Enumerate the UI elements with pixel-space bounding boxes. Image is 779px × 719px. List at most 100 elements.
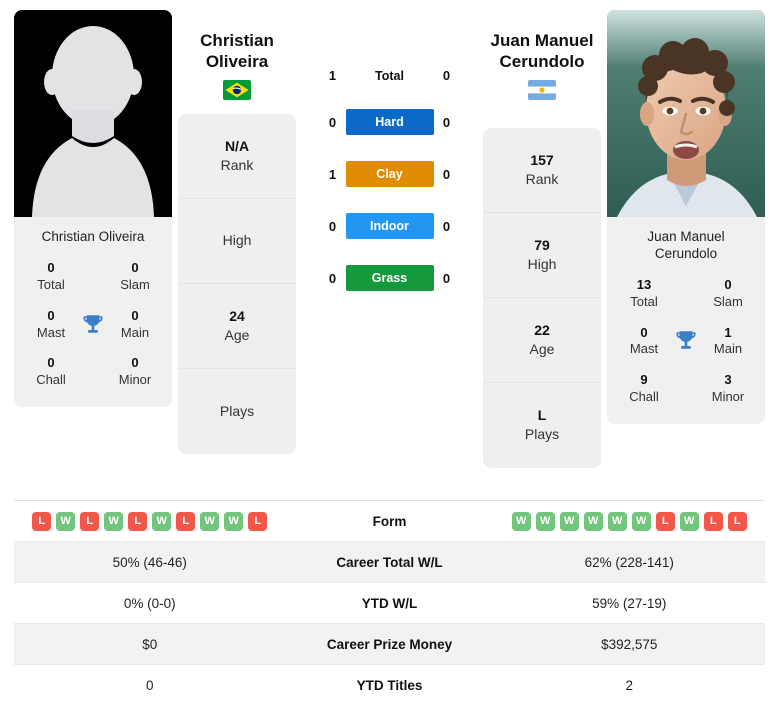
left-title-slam-value: 0 bbox=[131, 259, 139, 275]
left-form-badge: L bbox=[32, 511, 52, 531]
table-row-ytd-titles: 0 YTD Titles 2 bbox=[14, 665, 765, 706]
flag-brazil-icon bbox=[223, 79, 251, 100]
right-player-name-line1: Juan Manuel bbox=[490, 31, 594, 50]
left-form-badge: L bbox=[248, 511, 268, 531]
left-player-name[interactable]: Christian Oliveira bbox=[200, 10, 274, 73]
right-ytd-wl: 59% (27-19) bbox=[592, 595, 667, 611]
right-player-photo bbox=[607, 10, 765, 217]
row-label-career-prize-money: Career Prize Money bbox=[326, 636, 453, 652]
right-form-badge: L bbox=[703, 511, 723, 531]
left-stat-high-label: High bbox=[222, 232, 252, 249]
left-stat-high: High bbox=[178, 199, 296, 284]
h2h-total-left-score: 1 bbox=[328, 68, 337, 83]
row-label-form: Form bbox=[372, 513, 407, 529]
row-label-ytd-wl: YTD W/L bbox=[361, 595, 418, 611]
left-form-badge: W bbox=[56, 511, 76, 531]
right-trophy-icon-cell bbox=[669, 328, 703, 354]
right-player-card[interactable]: Juan Manuel Cerundolo 13 Total 0 Slam 0 … bbox=[607, 10, 765, 425]
h2h-row-total: 1 Total 0 bbox=[302, 68, 477, 83]
left-form-badge: W bbox=[104, 511, 124, 531]
left-title-total: 0 Total bbox=[26, 260, 76, 294]
left-photo-caption: Christian Oliveira bbox=[41, 229, 145, 244]
h2h-indoor-label[interactable]: Indoor bbox=[345, 213, 434, 239]
h2h-row-clay: 1 Clay 0 bbox=[302, 161, 477, 187]
left-title-chall: 0 Chall bbox=[26, 355, 76, 389]
right-stat-age: 22 Age bbox=[483, 298, 601, 383]
right-title-mast: 0 Mast bbox=[619, 325, 669, 359]
left-form-strip: LWLWLWLWWL bbox=[14, 511, 286, 531]
h2h-row-grass: 0 Grass 0 bbox=[302, 265, 477, 291]
left-player-name-line1: Christian bbox=[200, 31, 274, 50]
h2h-clay-label[interactable]: Clay bbox=[345, 161, 434, 187]
comparison-header-area: Christian Oliveira 0 Total 0 Slam 0 Mast bbox=[0, 0, 779, 492]
right-player-stat-stack: 157 Rank 79 High 22 Age L Plays bbox=[483, 127, 601, 468]
right-photo-caption: Juan Manuel Cerundolo bbox=[607, 217, 765, 265]
left-title-minor: 0 Minor bbox=[110, 355, 160, 389]
player-comparison-page: Christian Oliveira 0 Total 0 Slam 0 Mast bbox=[0, 0, 779, 719]
left-title-mast-value: 0 bbox=[47, 307, 55, 323]
right-form-badge: W bbox=[631, 511, 651, 531]
left-title-main: 0 Main bbox=[110, 308, 160, 342]
left-title-slam-label: Slam bbox=[120, 276, 150, 292]
h2h-clay-left-score: 1 bbox=[328, 166, 337, 182]
table-row-form: LWLWLWLWWL Form WWWWWWLWLL bbox=[14, 501, 765, 542]
right-career-prize-money: $392,575 bbox=[601, 636, 658, 652]
left-form-badge: W bbox=[224, 511, 244, 531]
right-title-chall-value: 9 bbox=[640, 372, 648, 388]
left-titles-grid: 0 Total 0 Slam 0 Mast 0 Main 0 Chall 0 M… bbox=[14, 248, 172, 407]
right-stat-rank-label: Rank bbox=[525, 170, 559, 187]
flag-argentina-icon bbox=[528, 79, 556, 100]
right-title-total-label: Total bbox=[630, 293, 658, 309]
left-title-main-value: 0 bbox=[131, 307, 139, 323]
right-form-badge: W bbox=[511, 511, 531, 531]
right-form-cell: WWWWWWLWLL bbox=[494, 511, 766, 531]
trophy-icon bbox=[676, 331, 696, 350]
right-player-name[interactable]: Juan Manuel Cerundolo bbox=[491, 10, 594, 73]
row-label-career-total-wl: Career Total W/L bbox=[336, 554, 443, 570]
right-titles-grid: 13 Total 0 Slam 0 Mast 1 Main 9 Chall 3 … bbox=[607, 265, 765, 424]
h2h-hard-right-score: 0 bbox=[442, 114, 451, 130]
right-title-slam-value: 0 bbox=[724, 276, 732, 292]
left-form-cell: LWLWLWLWWL bbox=[14, 511, 286, 531]
right-stat-rank: 157 Rank bbox=[483, 128, 601, 213]
right-form-strip: WWWWWWLWLL bbox=[494, 511, 766, 531]
trophy-icon bbox=[83, 314, 103, 333]
left-stat-plays-label: Plays bbox=[219, 402, 255, 419]
left-form-badge: W bbox=[152, 511, 172, 531]
table-row-career-total-wl: 50% (46-46) Career Total W/L 62% (228-14… bbox=[14, 542, 765, 583]
right-title-main-value: 1 bbox=[724, 324, 732, 340]
right-title-main: 1 Main bbox=[703, 325, 753, 359]
left-title-chall-value: 0 bbox=[47, 355, 55, 371]
h2h-row-hard: 0 Hard 0 bbox=[302, 109, 477, 135]
left-title-total-value: 0 bbox=[47, 259, 55, 275]
right-ytd-titles: 2 bbox=[625, 678, 633, 693]
left-career-prize-money: $0 bbox=[142, 636, 158, 652]
h2h-row-indoor: 0 Indoor 0 bbox=[302, 213, 477, 239]
right-form-badge: W bbox=[535, 511, 555, 531]
left-ytd-wl: 0% (0-0) bbox=[123, 595, 176, 611]
left-title-mast: 0 Mast bbox=[26, 308, 76, 342]
right-stat-plays-value: L bbox=[537, 407, 547, 424]
left-form-badge: W bbox=[200, 511, 220, 531]
left-title-minor-value: 0 bbox=[131, 355, 139, 371]
row-label-ytd-titles: YTD Titles bbox=[356, 678, 423, 693]
left-player-info-column: Christian Oliveira N/A Rank High 24 Age … bbox=[178, 10, 296, 454]
right-form-badge: L bbox=[727, 511, 747, 531]
left-trophy-icon-cell bbox=[76, 312, 110, 338]
right-stat-high-label: High bbox=[527, 255, 557, 272]
left-stat-plays: Plays bbox=[178, 369, 296, 454]
right-form-badge: W bbox=[607, 511, 627, 531]
head-to-head-panel: 1 Total 0 0 Hard 0 1 Clay 0 0 Indoor 0 0 bbox=[302, 10, 477, 291]
h2h-hard-left-score: 0 bbox=[328, 114, 337, 130]
left-player-card[interactable]: Christian Oliveira 0 Total 0 Slam 0 Mast bbox=[14, 10, 172, 408]
h2h-grass-right-score: 0 bbox=[442, 270, 451, 286]
right-form-badge: W bbox=[559, 511, 579, 531]
right-stat-age-value: 22 bbox=[534, 321, 550, 338]
left-stat-age-label: Age bbox=[224, 326, 250, 343]
right-title-minor-label: Minor bbox=[711, 389, 745, 405]
h2h-hard-label[interactable]: Hard bbox=[345, 109, 434, 135]
right-stat-rank-value: 157 bbox=[530, 151, 554, 168]
left-title-main-label: Main bbox=[120, 324, 150, 340]
h2h-grass-label[interactable]: Grass bbox=[345, 265, 434, 291]
right-title-total: 13 Total bbox=[619, 277, 669, 311]
